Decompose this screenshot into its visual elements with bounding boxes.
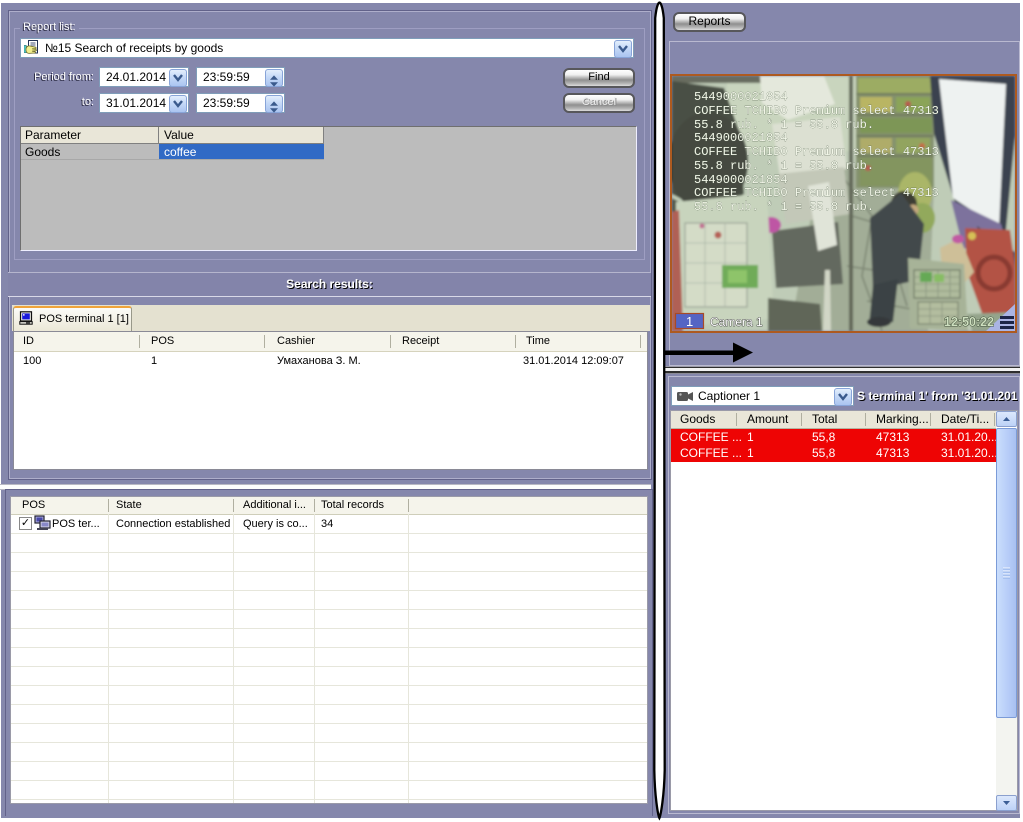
svg-text:55.8 rub. * 1 = 55.8 rub.: 55.8 rub. * 1 = 55.8 rub. (694, 118, 874, 132)
svg-text:1: 1 (686, 314, 693, 329)
svg-text:5449000021854: 5449000021854 (694, 90, 788, 104)
svg-text:5449000021854: 5449000021854 (694, 173, 788, 187)
svg-text:COFFEE TCHIBO Premium select 4: COFFEE TCHIBO Premium select 47313 (694, 186, 939, 200)
svg-text:Camera 1: Camera 1 (710, 315, 763, 329)
svg-text:5449000021854: 5449000021854 (694, 131, 788, 145)
svg-text:55.8 rub. * 1 = 55.8 rub.: 55.8 rub. * 1 = 55.8 rub. (694, 159, 874, 173)
svg-text:55.8 rub. * 1 = 55.8 rub.: 55.8 rub. * 1 = 55.8 rub. (694, 200, 874, 214)
svg-text:12:50:22: 12:50:22 (944, 315, 994, 329)
svg-text:COFFEE TCHIBO Premium select 4: COFFEE TCHIBO Premium select 47313 (694, 104, 939, 118)
svg-text:COFFEE TCHIBO Premium select 4: COFFEE TCHIBO Premium select 47313 (694, 145, 939, 159)
